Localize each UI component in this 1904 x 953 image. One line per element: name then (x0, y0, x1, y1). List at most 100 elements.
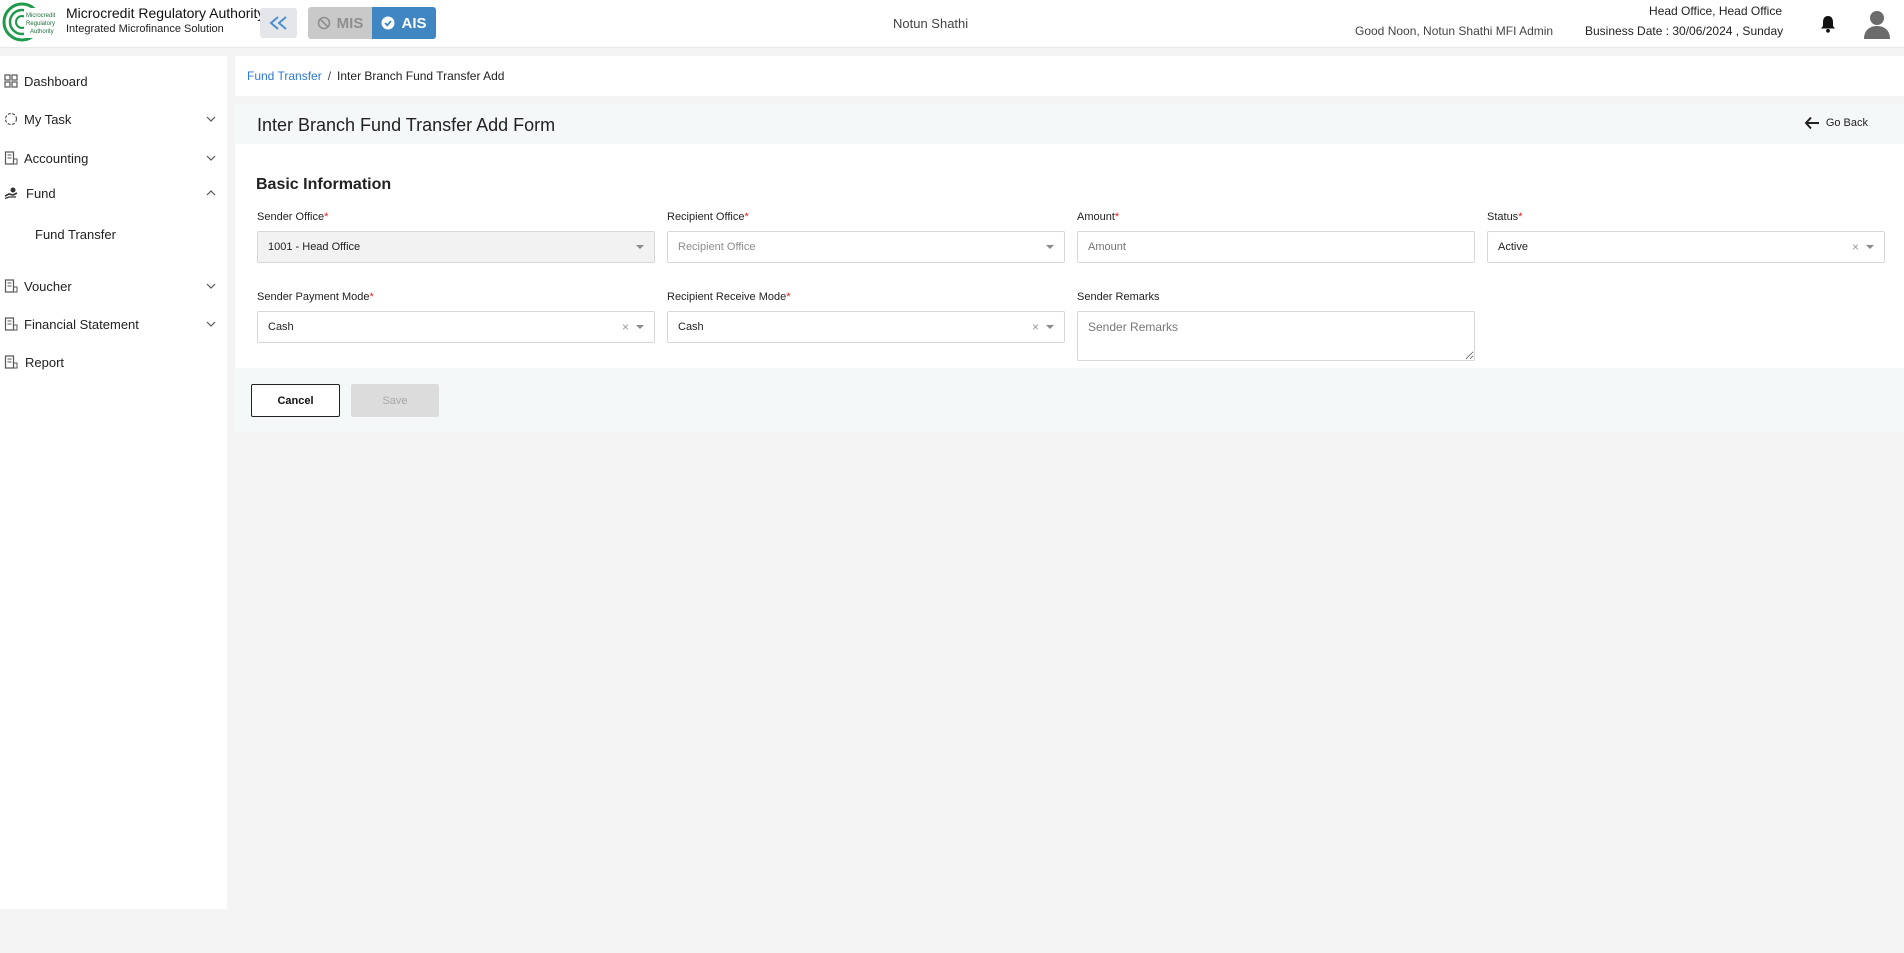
recipient-receive-mode-value: Cash (678, 321, 704, 333)
clear-icon[interactable]: × (622, 320, 629, 334)
recipient-office-placeholder: Recipient Office (678, 241, 756, 253)
required-mark: * (1518, 211, 1523, 223)
double-chevron-left-icon (268, 16, 287, 30)
ais-switch-button[interactable]: AIS (372, 7, 436, 39)
sidebar-item-accounting[interactable]: Accounting (0, 144, 227, 172)
sidebar-item-voucher[interactable]: Voucher (0, 272, 227, 300)
sidebar-subitem-fund-transfer[interactable]: Fund Transfer (35, 227, 116, 242)
chevron-down-icon (206, 321, 216, 327)
sender-remarks-textarea[interactable] (1077, 311, 1475, 361)
recipient-office-label: Recipient Office* (667, 211, 749, 223)
clear-icon[interactable]: × (1852, 240, 1859, 254)
go-back-button[interactable]: Go Back (1804, 116, 1868, 130)
sidebar-item-label: Accounting (24, 150, 89, 166)
status-select[interactable]: Active × (1487, 231, 1885, 263)
chevron-down-icon (206, 283, 216, 289)
breadcrumb: Fund Transfer / Inter Branch Fund Transf… (235, 56, 1904, 96)
form-actions: Cancel Save (235, 368, 1904, 432)
chevron-down-icon (206, 116, 216, 122)
notification-bell-icon[interactable] (1818, 14, 1838, 34)
ais-label: AIS (401, 14, 427, 32)
business-date: Business Date : 30/06/2024 , Sunday (1585, 24, 1784, 38)
caret-down-icon (636, 245, 644, 249)
recipient-office-select[interactable]: Recipient Office (667, 231, 1065, 263)
recipient-office-label-text: Recipient Office (667, 211, 745, 223)
amount-label: Amount* (1077, 211, 1119, 223)
amount-input[interactable] (1088, 241, 1474, 253)
sender-office-label: Sender Office* (257, 211, 328, 223)
svg-text:Regulatory: Regulatory (26, 21, 55, 27)
sidebar-item-label: Report (25, 354, 65, 370)
mra-logo: Microcredit Regulatory Authority (2, 2, 58, 42)
sidebar-item-label: My Task (24, 111, 72, 127)
save-button[interactable]: Save (351, 384, 439, 417)
ledger-icon (4, 151, 18, 165)
caret-down-icon (1046, 325, 1054, 329)
sender-payment-mode-value: Cash (268, 321, 294, 333)
voucher-icon (4, 279, 18, 293)
form-panel: Inter Branch Fund Transfer Add Form Go B… (235, 104, 1904, 432)
breadcrumb-current: Inter Branch Fund Transfer Add (337, 69, 505, 83)
mis-switch-button[interactable]: MIS (308, 7, 372, 39)
office-name: Head Office, Head Office (1649, 4, 1782, 18)
sender-payment-mode-select[interactable]: Cash × (257, 311, 655, 343)
sidebar-item-report[interactable]: Report (0, 348, 227, 376)
brand-title: Microcredit Regulatory Authority (66, 5, 265, 21)
sender-remarks-label: Sender Remarks (1077, 291, 1160, 303)
cancel-button[interactable]: Cancel (251, 384, 340, 417)
form-header: Inter Branch Fund Transfer Add Form Go B… (235, 104, 1904, 144)
required-mark: * (1114, 211, 1120, 223)
sidebar-item-fund[interactable]: Fund (0, 179, 227, 207)
svg-text:Authority: Authority (30, 29, 54, 35)
status-label: Status* (1487, 211, 1522, 223)
section-title-basic-information: Basic Information (256, 176, 392, 193)
breadcrumb-link-fund-transfer[interactable]: Fund Transfer (247, 69, 322, 83)
user-avatar-icon[interactable] (1862, 8, 1892, 40)
svg-text:Microcredit: Microcredit (26, 13, 56, 19)
greeting-text: Good Noon, Notun Shathi MFI Admin (1355, 24, 1554, 38)
recipient-receive-mode-label-text: Recipient Receive Mode (667, 291, 787, 303)
sender-office-label-text: Sender Office (257, 211, 325, 223)
go-back-label: Go Back (1825, 117, 1868, 129)
sender-office-select[interactable]: 1001 - Head Office (257, 231, 655, 263)
caret-down-icon (1866, 245, 1874, 249)
organization-name: Notun Shathi (893, 16, 969, 31)
caret-down-icon (1046, 245, 1054, 249)
amount-label-text: Amount (1077, 211, 1115, 223)
status-value: Active (1498, 241, 1528, 253)
report-icon (4, 355, 18, 369)
chevron-down-icon (206, 155, 216, 161)
top-header: Microcredit Regulatory Authority Microcr… (0, 0, 1904, 48)
collapse-sidebar-button[interactable] (260, 8, 297, 38)
mis-label: MIS (336, 14, 364, 32)
sidebar: Dashboard My Task Accounting Fund Fund T… (0, 56, 227, 909)
brand-subtitle: Integrated Microfinance Solution (66, 23, 224, 35)
caret-down-icon (636, 325, 644, 329)
statement-icon (4, 317, 18, 331)
chevron-up-icon (206, 190, 216, 196)
sender-office-value: 1001 - Head Office (268, 241, 361, 253)
sidebar-item-label: Financial Statement (24, 316, 139, 332)
module-switch: MIS AIS (308, 7, 436, 39)
required-mark: * (369, 291, 374, 303)
recipient-receive-mode-select[interactable]: Cash × (667, 311, 1065, 343)
sender-payment-mode-label: Sender Payment Mode* (257, 291, 374, 303)
required-mark: * (744, 211, 749, 223)
required-mark: * (786, 291, 791, 303)
hand-coin-icon (4, 187, 18, 200)
amount-field-wrapper (1077, 231, 1475, 263)
check-circle-icon (381, 16, 395, 30)
sidebar-item-label: Voucher (24, 278, 72, 294)
status-label-text: Status (1487, 211, 1519, 223)
breadcrumb-separator: / (327, 69, 332, 83)
sender-payment-mode-label-text: Sender Payment Mode (257, 291, 370, 303)
sidebar-item-dashboard[interactable]: Dashboard (0, 67, 227, 95)
sidebar-item-financial-statement[interactable]: Financial Statement (0, 310, 227, 338)
clear-icon[interactable]: × (1032, 320, 1039, 334)
recipient-receive-mode-label: Recipient Receive Mode* (667, 291, 791, 303)
page-title: Inter Branch Fund Transfer Add Form (257, 115, 556, 135)
grid-icon (4, 74, 18, 88)
sidebar-item-my-task[interactable]: My Task (0, 105, 227, 133)
task-icon (4, 112, 18, 126)
ban-icon (317, 16, 330, 30)
